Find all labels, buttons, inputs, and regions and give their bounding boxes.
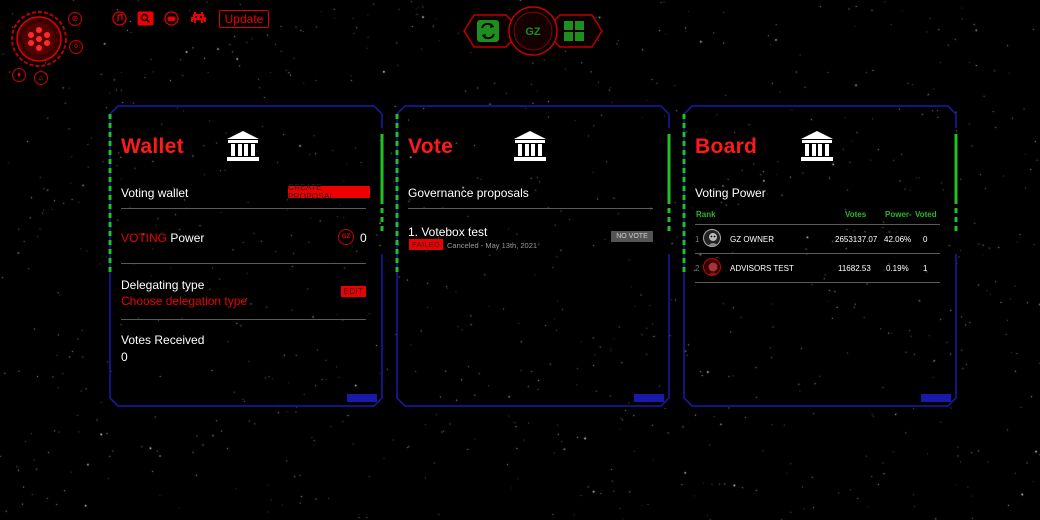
proposal-title[interactable]: 1. Votebox test bbox=[408, 225, 487, 239]
rank-cell: 1 bbox=[695, 235, 700, 244]
divider bbox=[121, 319, 366, 320]
votes-cell: 11682.53 bbox=[838, 264, 871, 273]
voted-cell: 0 bbox=[923, 235, 928, 244]
search-icon[interactable] bbox=[137, 11, 154, 26]
avatar bbox=[703, 229, 721, 247]
member-name: GZ OWNER bbox=[730, 235, 774, 244]
badge-icon[interactable]: ⓪ bbox=[69, 40, 83, 54]
choose-delegation-link[interactable]: Choose delegation type bbox=[121, 294, 247, 308]
gz-logo[interactable]: GZ bbox=[525, 26, 541, 38]
column-power: Power bbox=[885, 210, 910, 219]
invader-icon[interactable] bbox=[190, 11, 207, 26]
divider bbox=[408, 208, 653, 209]
voting-wallet-label: Voting wallet bbox=[121, 186, 189, 200]
member-name: ADVISORS TEST bbox=[730, 264, 794, 273]
clock-icon[interactable]: ⊘ bbox=[68, 12, 82, 26]
board-panel: Board Voting Power Rank Votes Power - Vo… bbox=[682, 104, 958, 408]
rank-cell: 2 bbox=[695, 264, 700, 273]
voting-power-subtitle: Voting Power bbox=[695, 186, 766, 200]
bank-icon bbox=[227, 131, 259, 161]
voting-power-label-white: Power bbox=[167, 231, 205, 245]
delegating-type-label: Delegating type bbox=[121, 278, 205, 292]
bank-icon bbox=[801, 131, 833, 161]
gamepad-icon[interactable] bbox=[164, 11, 179, 26]
divider bbox=[121, 263, 366, 264]
voting-power-label-red: VOTING bbox=[121, 231, 168, 245]
vote-panel: Vote Governance proposals 1. Votebox tes… bbox=[395, 104, 671, 408]
table-row[interactable]: 2 ADVISORS TEST 11682.53 0.19% 1 bbox=[695, 254, 940, 282]
governance-proposals-label: Governance proposals bbox=[408, 186, 529, 200]
update-button[interactable]: Update bbox=[219, 10, 269, 28]
power-cell: 0.19% bbox=[886, 264, 909, 273]
refresh-icon[interactable] bbox=[477, 20, 499, 42]
column-votes: Votes bbox=[845, 210, 867, 219]
column-voted: Voted bbox=[915, 210, 937, 219]
votes-received-label: Votes Received bbox=[121, 333, 205, 347]
power-cell: 42.06% bbox=[884, 235, 912, 244]
bank-icon bbox=[514, 131, 546, 161]
divider bbox=[121, 208, 366, 209]
hud-nav: GZ bbox=[463, 6, 603, 56]
voted-cell: 1 bbox=[923, 264, 928, 273]
votes-cell: 2653137.07 bbox=[835, 235, 878, 244]
proposal-status-badge: FAILED bbox=[409, 239, 443, 250]
bell-icon[interactable]: ♦ bbox=[12, 68, 26, 82]
avatar bbox=[703, 258, 721, 276]
panel-title: Wallet bbox=[121, 135, 184, 158]
column-rank: Rank bbox=[696, 210, 716, 219]
panel-title: Board bbox=[695, 135, 758, 158]
votes-received-value: 0 bbox=[121, 350, 128, 364]
create-proposal-button[interactable]: CREATE PROPOSAL bbox=[288, 183, 370, 201]
voting-power-label: VOTING Power bbox=[121, 231, 204, 245]
gz-token-icon: GZ bbox=[338, 229, 354, 245]
column-sep: - bbox=[909, 210, 912, 219]
voting-power-value: 0 bbox=[360, 231, 367, 245]
music-icon[interactable] bbox=[112, 11, 127, 26]
divider bbox=[695, 282, 940, 283]
table-row[interactable]: 1 GZ OWNER 2653137.07 42.06% 0 bbox=[695, 225, 940, 253]
no-vote-badge: NO VOTE bbox=[611, 231, 653, 242]
edit-delegation-button[interactable]: EDIT bbox=[341, 286, 366, 297]
proposal-meta: Canceled - May 13th, 2021 bbox=[447, 241, 538, 250]
wallet-panel: Wallet Voting wallet CREATE PROPOSAL VOT… bbox=[108, 104, 384, 408]
panel-title: Vote bbox=[408, 135, 454, 158]
trash-icon[interactable]: ⌂ bbox=[34, 71, 48, 85]
menu-dial-icon[interactable] bbox=[10, 10, 68, 68]
